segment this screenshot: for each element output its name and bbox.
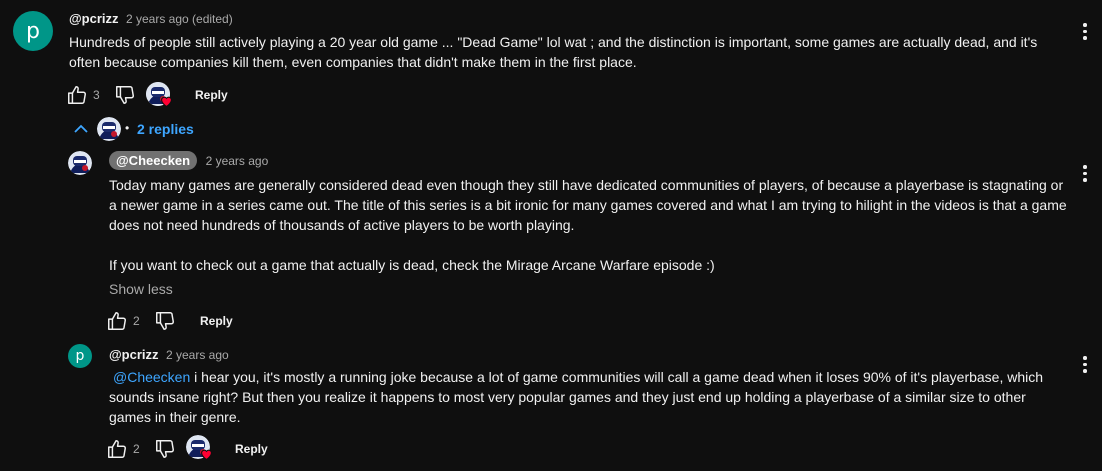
more-vert-icon (1083, 165, 1087, 169)
reply-reply-button[interactable]: Reply (200, 314, 233, 328)
reply-like-count: 2 (133, 442, 140, 456)
reply-like-button[interactable] (106, 438, 128, 460)
reply-like-count: 2 (133, 314, 140, 328)
reply-reply-button[interactable]: Reply (235, 442, 268, 456)
comment-avatar[interactable]: p (13, 11, 53, 51)
comment-text: Hundreds of people still actively playin… (69, 34, 1038, 70)
reply-header: @pcrizz 2 years ago (109, 346, 229, 364)
reply-header: @Cheecken 2 years ago (109, 151, 269, 170)
replier-avatar (97, 117, 121, 141)
reply-text: @Cheecken i hear you, it's mostly a runn… (109, 367, 1069, 427)
creator-heart-icon (160, 95, 173, 107)
mention-link[interactable]: @Cheecken (113, 369, 190, 385)
chevron-up-icon (73, 123, 89, 133)
comment-dislike-button[interactable] (114, 84, 136, 106)
creator-heart (186, 435, 214, 461)
comment-header: @pcrizz 2 years ago (edited) (69, 10, 233, 28)
replies-count-link[interactable]: 2 replies (137, 121, 194, 137)
thumbs-down-icon (154, 310, 176, 332)
more-vert-dot (1083, 369, 1087, 373)
reply-more-menu[interactable] (1083, 356, 1087, 373)
reply-author-handle[interactable]: @pcrizz (109, 347, 159, 362)
reply-dislike-button[interactable] (154, 438, 176, 460)
thumbs-up-icon (106, 310, 128, 332)
reply-body: i hear you, it's mostly a running joke b… (109, 369, 1044, 425)
reply-more-menu[interactable] (1083, 165, 1087, 182)
more-vert-dot (1083, 171, 1087, 175)
more-vert-dot (1083, 36, 1087, 40)
comment-like-count: 3 (93, 88, 100, 102)
show-less-button[interactable]: Show less (109, 281, 173, 297)
reply-text: Today many games are generally considere… (109, 175, 1069, 275)
more-vert-dot (1083, 178, 1087, 182)
more-vert-dot (1083, 29, 1087, 33)
creator-heart-icon (200, 448, 213, 460)
comment-timestamp[interactable]: 2 years ago (edited) (126, 12, 233, 26)
thumbs-up-icon (106, 438, 128, 460)
thumbs-up-icon (66, 84, 88, 106)
avatar-letter: p (75, 348, 85, 364)
reply-like-button[interactable] (106, 310, 128, 332)
reply-paragraph: Today many games are generally considere… (109, 177, 1067, 233)
reply-dislike-button[interactable] (154, 310, 176, 332)
comment-author-handle[interactable]: @pcrizz (69, 11, 119, 26)
avatar-letter: p (26, 18, 40, 44)
more-vert-icon (1083, 356, 1087, 360)
replies-toggle[interactable]: • 2 replies (73, 116, 203, 142)
comment-like-button[interactable] (66, 84, 88, 106)
reply-avatar[interactable] (68, 151, 92, 175)
comment-more-menu[interactable] (1083, 23, 1087, 40)
thumbs-down-icon (114, 84, 136, 106)
reply-timestamp[interactable]: 2 years ago (206, 154, 269, 168)
reply-timestamp[interactable]: 2 years ago (166, 348, 229, 362)
thumbs-down-icon (154, 438, 176, 460)
creator-handle-badge[interactable]: @Cheecken (109, 151, 198, 170)
creator-heart (146, 82, 174, 108)
more-vert-dot (1083, 362, 1087, 366)
comment-reply-button[interactable]: Reply (195, 88, 228, 102)
reply-avatar[interactable]: p (68, 344, 92, 368)
more-vert-icon (1083, 23, 1087, 27)
replies-separator: • (125, 121, 130, 135)
reply-paragraph: If you want to check out a game that act… (109, 257, 715, 273)
